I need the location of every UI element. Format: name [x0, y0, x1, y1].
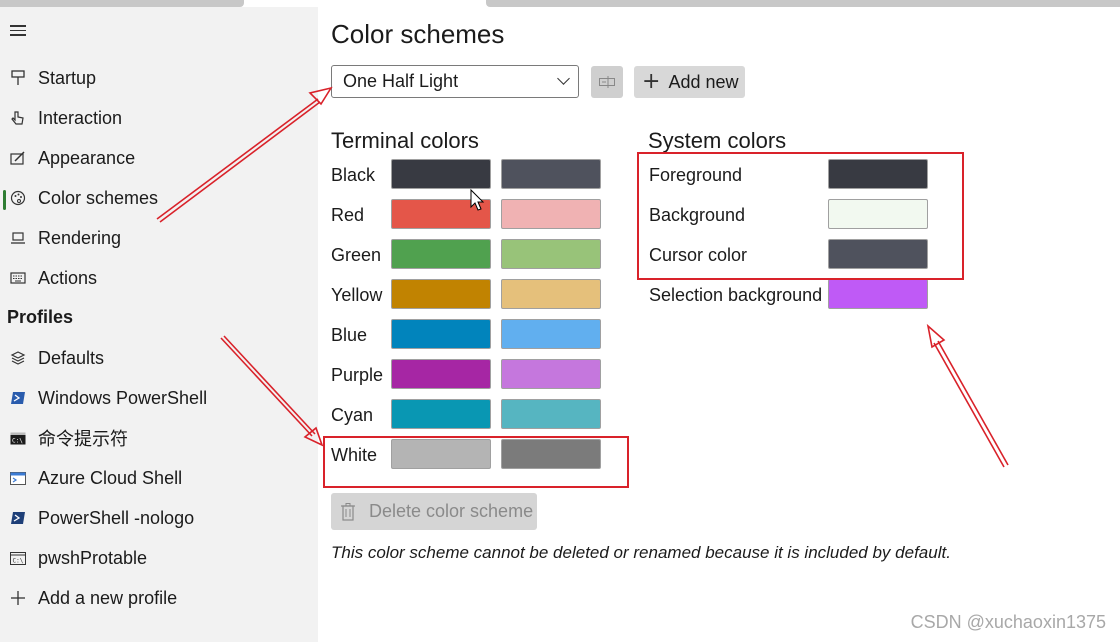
interaction-icon [10, 110, 26, 126]
swatch-blue[interactable] [391, 319, 491, 349]
appearance-icon [10, 150, 26, 166]
add-new-label: Add new [668, 71, 739, 92]
sidebar-item-actions[interactable]: Actions [0, 260, 318, 296]
terminal-color-label-red: Red [331, 205, 365, 225]
page-title: Color schemes [331, 19, 505, 49]
tab-strip-right [486, 0, 1120, 7]
powershell-icon [10, 510, 26, 526]
delete-color-scheme-button[interactable]: Delete color scheme [331, 493, 537, 530]
sidebar-item-appearance[interactable]: Appearance [0, 140, 318, 176]
annotation-rect-white-row [323, 436, 629, 488]
powershell-icon [10, 390, 26, 406]
rename-icon [599, 76, 615, 88]
azure-shell-icon [10, 470, 26, 486]
sidebar-item-label: 命令提示符 [38, 429, 128, 449]
cmd-icon: C:\ [10, 430, 26, 446]
swatch-green[interactable] [391, 239, 491, 269]
swatch-black[interactable] [391, 159, 491, 189]
terminal-color-label-green: Green [331, 245, 382, 265]
system-colors-title: System colors [648, 128, 787, 153]
system-color-label-selection: Selection background [649, 285, 823, 305]
swatch-bright-purple[interactable] [501, 359, 601, 389]
color-scheme-select-value: One Half Light [343, 71, 459, 91]
swatch-bright-cyan[interactable] [501, 399, 601, 429]
sidebar-item-label: Defaults [38, 347, 105, 368]
sidebar-item-label: pwshProtable [38, 547, 148, 568]
plus-icon [10, 590, 26, 606]
sidebar-item-cmd[interactable]: C:\ 命令提示符 [0, 420, 318, 456]
annotation-arrow-to-system-colors [937, 340, 1009, 466]
terminal-icon: C:\ [10, 550, 26, 566]
plus-icon: + [642, 69, 661, 94]
swatch-yellow[interactable] [391, 279, 491, 309]
sidebar-item-label: Startup [38, 67, 97, 88]
sidebar-item-label: Interaction [38, 107, 123, 128]
watermark: CSDN @xuchaoxin1375 [910, 612, 1106, 632]
rendering-icon [10, 230, 26, 246]
swatch-bright-blue[interactable] [501, 319, 601, 349]
sidebar-item-label: Add a new profile [38, 587, 178, 608]
sidebar-item-label: Color schemes [38, 187, 159, 208]
terminal-colors-title: Terminal colors [331, 128, 479, 153]
tab-strip-left [0, 0, 244, 7]
sidebar-item-defaults[interactable]: Defaults [0, 340, 318, 376]
terminal-color-label-black: Black [331, 165, 376, 185]
default-scheme-note: This color scheme cannot be deleted or r… [331, 543, 951, 562]
sidebar-item-label: Azure Cloud Shell [38, 467, 183, 488]
swatch-bright-green[interactable] [501, 239, 601, 269]
svg-text:C:\: C:\ [13, 557, 24, 564]
swatch-cyan[interactable] [391, 399, 491, 429]
hamburger-menu-icon[interactable] [10, 25, 26, 37]
keyboard-icon [10, 270, 26, 286]
sidebar-item-label: PowerShell -nologo [38, 507, 195, 528]
sidebar-item-label: Rendering [38, 227, 122, 248]
rename-scheme-button[interactable] [591, 66, 623, 98]
color-scheme-select[interactable]: One Half Light [331, 65, 579, 98]
sidebar-item-windows-powershell[interactable]: Windows PowerShell [0, 380, 318, 416]
swatch-selection-background[interactable] [828, 279, 928, 309]
delete-color-scheme-label: Delete color scheme [369, 501, 534, 521]
sidebar-item-label: Actions [38, 267, 98, 288]
sidebar-item-azure-cloud-shell[interactable]: Azure Cloud Shell [0, 460, 318, 496]
sidebar-item-rendering[interactable]: Rendering [0, 220, 318, 256]
sidebar-item-powershell-nologo[interactable]: PowerShell -nologo [0, 500, 318, 536]
sidebar-item-label: Windows PowerShell [38, 387, 208, 408]
swatch-bright-black[interactable] [501, 159, 601, 189]
sidebar-item-startup[interactable]: Startup [0, 60, 318, 96]
sidebar: Startup Interaction Appearance Color sch… [0, 7, 318, 642]
terminal-color-label-blue: Blue [331, 325, 368, 345]
swatch-bright-yellow[interactable] [501, 279, 601, 309]
svg-text:C:\: C:\ [12, 437, 23, 444]
swatch-purple[interactable] [391, 359, 491, 389]
swatch-red[interactable] [391, 199, 491, 229]
sidebar-item-color-schemes[interactable]: Color schemes [0, 180, 318, 216]
layers-icon [10, 350, 26, 366]
startup-icon [10, 70, 26, 86]
terminal-color-label-cyan: Cyan [331, 405, 374, 425]
sidebar-item-pwshprotable[interactable]: C:\ pwshProtable [0, 540, 318, 576]
terminal-color-label-yellow: Yellow [331, 285, 383, 305]
chevron-down-icon [557, 72, 570, 85]
sidebar-item-label: Appearance [38, 147, 136, 168]
trash-icon [341, 502, 355, 521]
annotation-rect-system-colors [637, 152, 964, 280]
sidebar-item-add-new-profile[interactable]: Add a new profile [0, 580, 318, 616]
profiles-header: Profiles [7, 307, 74, 327]
swatch-bright-red[interactable] [501, 199, 601, 229]
terminal-color-label-purple: Purple [331, 365, 384, 385]
palette-icon [10, 190, 26, 206]
sidebar-item-interaction[interactable]: Interaction [0, 100, 318, 136]
add-new-scheme-button[interactable]: + Add new [634, 66, 745, 98]
